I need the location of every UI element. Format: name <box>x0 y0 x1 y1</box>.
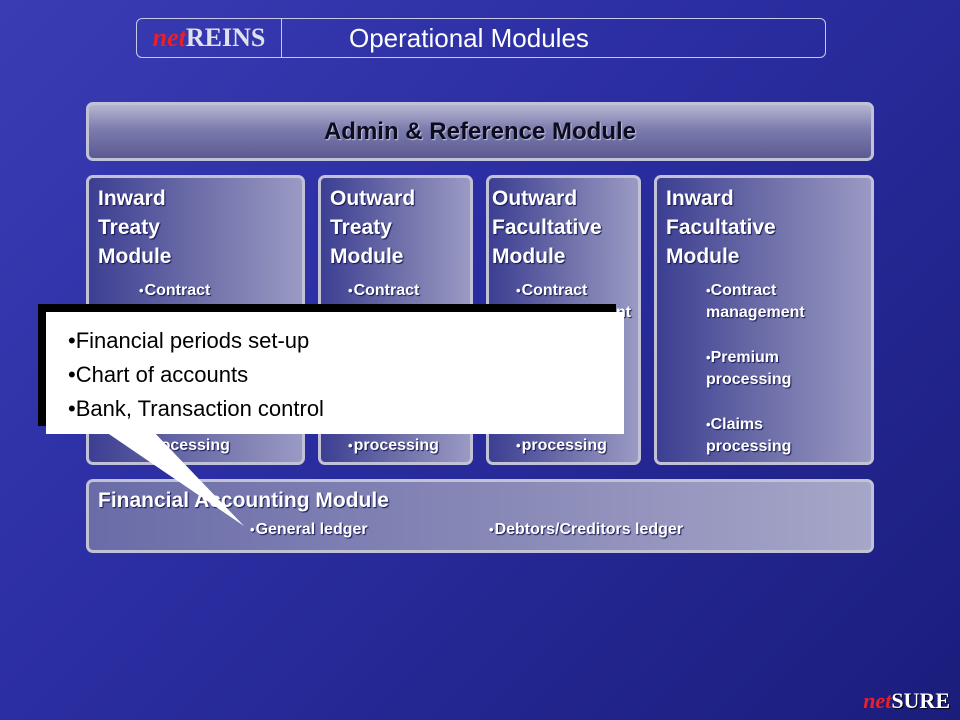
financial-callout: Financial periods set-up Chart of accoun… <box>46 312 624 434</box>
logo-prefix: net <box>863 688 892 713</box>
logo-name: SURE <box>891 688 950 713</box>
callout-item: Financial periods set-up <box>68 324 624 358</box>
netsure-logo: netSURE <box>863 688 950 714</box>
callout-item: Chart of accounts <box>68 358 624 392</box>
callout-item: Bank, Transaction control <box>68 392 624 426</box>
